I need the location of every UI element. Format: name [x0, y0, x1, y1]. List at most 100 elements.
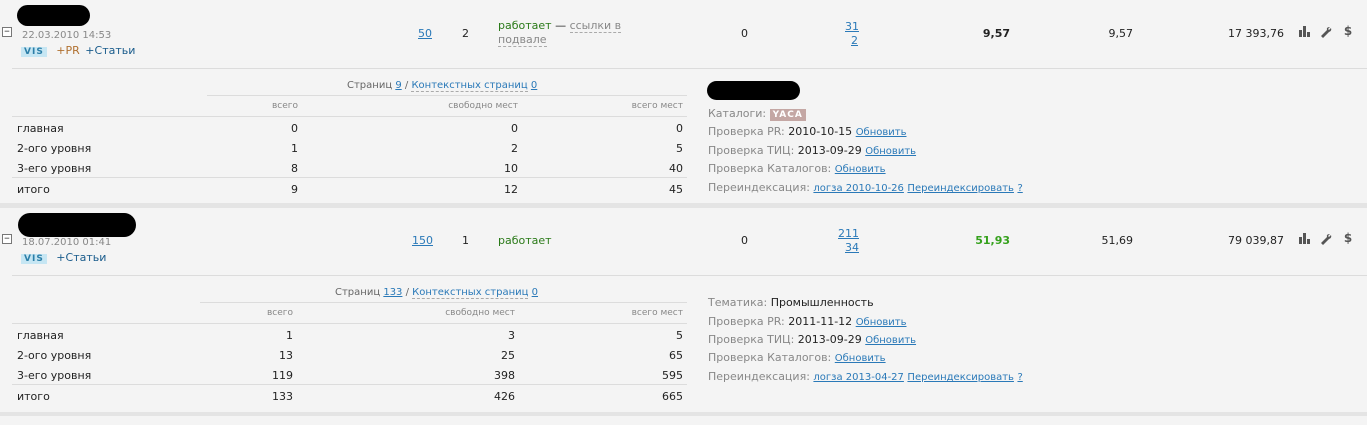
row-free: 10 — [504, 162, 518, 175]
tic-update-link[interactable]: Обновить — [865, 146, 916, 157]
col-header-all: всего мест — [631, 308, 683, 318]
context-pages-value[interactable]: 0 — [531, 80, 537, 91]
pages-top-link[interactable]: 211 — [838, 227, 859, 240]
reindex-log-link[interactable]: логза 2013-04-27 — [813, 372, 904, 383]
context-pages-link[interactable]: Контекстных страниц — [411, 80, 528, 92]
site-date: 22.03.2010 14:53 — [22, 30, 112, 41]
tic-check-date: 2013-09-29 — [797, 144, 862, 157]
articles-link[interactable]: +Статьи — [56, 251, 106, 264]
price-second: 51,69 — [1101, 234, 1134, 247]
pages-bottom-link[interactable]: 2 — [851, 34, 858, 47]
context-pages-value[interactable]: 0 — [532, 287, 538, 298]
tic-update-link[interactable]: Обновить — [865, 335, 916, 346]
wrench-icon[interactable] — [1319, 231, 1333, 245]
collapse-toggle-icon[interactable]: − — [2, 27, 12, 37]
tic-check-label: Проверка ТИЦ: — [708, 333, 795, 346]
row-free: 25 — [501, 349, 515, 362]
pr-update-link[interactable]: Обновить — [856, 317, 907, 328]
reindex-log-link[interactable]: логза 2010-10-26 — [813, 183, 904, 194]
wrench-icon[interactable] — [1319, 24, 1333, 38]
status-dash: — — [555, 19, 567, 32]
level-value: 1 — [462, 234, 469, 247]
reindex-help-link[interactable]: ? — [1017, 372, 1022, 383]
pages-value-link[interactable]: 133 — [383, 287, 402, 298]
zero-value: 0 — [741, 234, 748, 247]
total-value: 79 039,87 — [1228, 234, 1284, 247]
pages-top-link[interactable]: 31 — [845, 20, 859, 33]
context-pages-link[interactable]: Контекстных страниц — [412, 287, 529, 299]
theme-label: Тематика: — [708, 296, 768, 309]
collapse-toggle-icon[interactable]: − — [2, 234, 12, 244]
pages-value-link[interactable]: 9 — [395, 80, 401, 91]
row-total: 9 — [291, 183, 298, 196]
vis-badge[interactable]: VIS — [21, 47, 47, 57]
row-total: 1 — [291, 142, 298, 155]
row-total: 8 — [291, 162, 298, 175]
row-total: 133 — [272, 390, 293, 403]
slash: / — [404, 80, 409, 91]
pages-label: Страниц — [335, 287, 381, 298]
catalogs-check-label: Проверка Каталогов: — [708, 351, 832, 364]
row-all: 595 — [662, 369, 683, 382]
reindex-action-link[interactable]: Переиндексировать — [907, 372, 1014, 383]
row-free: 0 — [511, 122, 518, 135]
vis-badge[interactable]: VIS — [21, 254, 47, 264]
row-all: 5 — [676, 329, 683, 342]
level-value: 2 — [462, 27, 469, 40]
row-total: 1 — [286, 329, 293, 342]
pr-update-link[interactable]: Обновить — [856, 127, 907, 138]
reindex-help-link[interactable]: ? — [1017, 183, 1022, 194]
reindex-action-link[interactable]: Переиндексировать — [907, 183, 1014, 194]
status-text: работает — [498, 234, 552, 247]
col-header-free: свободно мест — [448, 101, 518, 111]
price-main: 51,93 — [975, 234, 1010, 247]
stats-icon[interactable] — [1297, 231, 1311, 245]
stats-icon[interactable] — [1297, 24, 1311, 38]
articles-link[interactable]: +Статьи — [85, 44, 135, 57]
row-total: 13 — [279, 349, 293, 362]
row-all: 65 — [669, 349, 683, 362]
col-header-all: всего мест — [631, 101, 683, 111]
redacted-site-name — [18, 213, 136, 237]
catalogs-update-link[interactable]: Обновить — [835, 164, 886, 175]
site-row-1: − 22.03.2010 14:53 VIS +PR +Статьи 50 2 … — [0, 0, 1367, 203]
col-header-free: свободно мест — [445, 308, 515, 318]
slash: / — [405, 287, 409, 298]
row-all: 0 — [676, 122, 683, 135]
pr-check-label: Проверка PR: — [708, 125, 785, 138]
reindex-label: Переиндексация: — [708, 181, 810, 194]
row-all: 5 — [676, 142, 683, 155]
redacted-info-title — [707, 81, 800, 100]
row-total: 119 — [272, 369, 293, 382]
status-text: работает — [498, 19, 552, 32]
pages-bottom-link[interactable]: 34 — [845, 241, 859, 254]
pr-link[interactable]: +PR — [56, 44, 80, 57]
row-label: 3-его уровня — [17, 162, 92, 175]
reindex-label: Переиндексация: — [708, 370, 810, 383]
row-free: 12 — [504, 183, 518, 196]
links-count-link[interactable]: 150 — [412, 234, 433, 247]
site-row-2: − 18.07.2010 01:41 VIS +Статьи 150 1 раб… — [0, 208, 1367, 412]
zero-value: 0 — [741, 27, 748, 40]
links-count-link[interactable]: 50 — [418, 27, 432, 40]
col-header-total: всего — [266, 308, 293, 318]
row-all: 665 — [662, 390, 683, 403]
dollar-icon[interactable]: $ — [1341, 24, 1355, 38]
dollar-icon[interactable]: $ — [1341, 231, 1355, 245]
price-main: 9,57 — [982, 27, 1010, 40]
row-all: 45 — [669, 183, 683, 196]
row-free: 398 — [494, 369, 515, 382]
row-all: 40 — [669, 162, 683, 175]
col-header-total: всего — [271, 101, 298, 111]
row-free: 426 — [494, 390, 515, 403]
tic-check-label: Проверка ТИЦ: — [708, 144, 795, 157]
catalogs-update-link[interactable]: Обновить — [835, 353, 886, 364]
row-label: 2-ого уровня — [17, 142, 92, 155]
row-label: 2-ого уровня — [17, 349, 92, 362]
row-label: главная — [17, 122, 64, 135]
row-free: 2 — [511, 142, 518, 155]
row-label-total: итого — [17, 183, 50, 196]
site-date: 18.07.2010 01:41 — [22, 237, 112, 248]
row-label: 3-его уровня — [17, 369, 92, 382]
price-second: 9,57 — [1108, 27, 1134, 40]
